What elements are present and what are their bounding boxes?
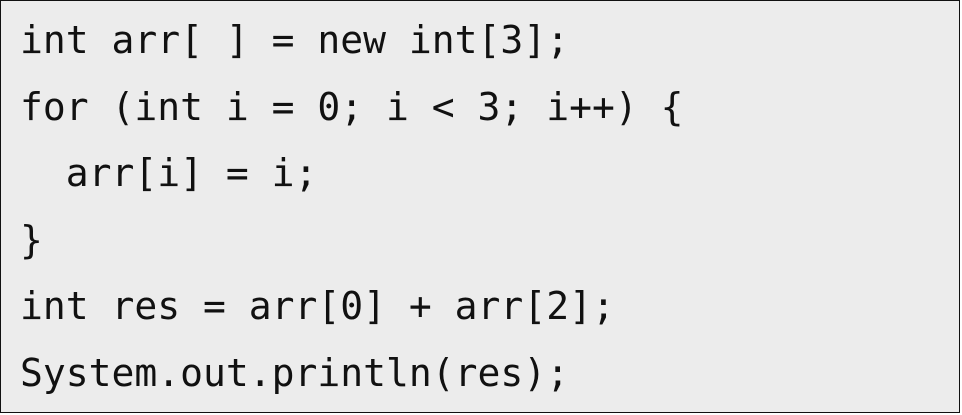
- code-line-2: for (int i = 0; i < 3; i++) {: [20, 84, 684, 129]
- code-block: int arr[ ] = new int[3]; for (int i = 0;…: [0, 0, 960, 413]
- code-lines: int arr[ ] = new int[3]; for (int i = 0;…: [20, 7, 683, 406]
- code-line-6: System.out.println(res);: [20, 350, 570, 395]
- code-line-5: int res = arr[0] + arr[2];: [20, 284, 615, 328]
- code-line-1: int arr[ ] = new int[3];: [20, 18, 570, 62]
- code-line-4: }: [20, 217, 43, 262]
- code-line-3: arr[i] = i;: [20, 151, 318, 195]
